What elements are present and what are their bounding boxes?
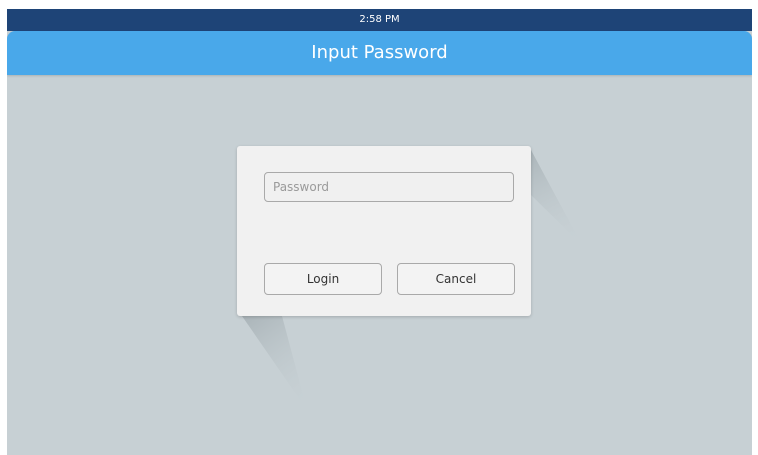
password-dialog: Login Cancel [237,146,531,316]
title-bar: Input Password [7,31,752,75]
status-bar: 2:58 PM [7,9,752,31]
cancel-button[interactable]: Cancel [397,263,515,295]
status-time: 2:58 PM [359,14,400,25]
device-screen: 2:58 PM Input Password Login Cancel [7,9,752,455]
page-title: Input Password [311,42,448,63]
password-input[interactable] [264,172,514,202]
login-button[interactable]: Login [264,263,382,295]
main-content: Login Cancel [7,75,752,455]
